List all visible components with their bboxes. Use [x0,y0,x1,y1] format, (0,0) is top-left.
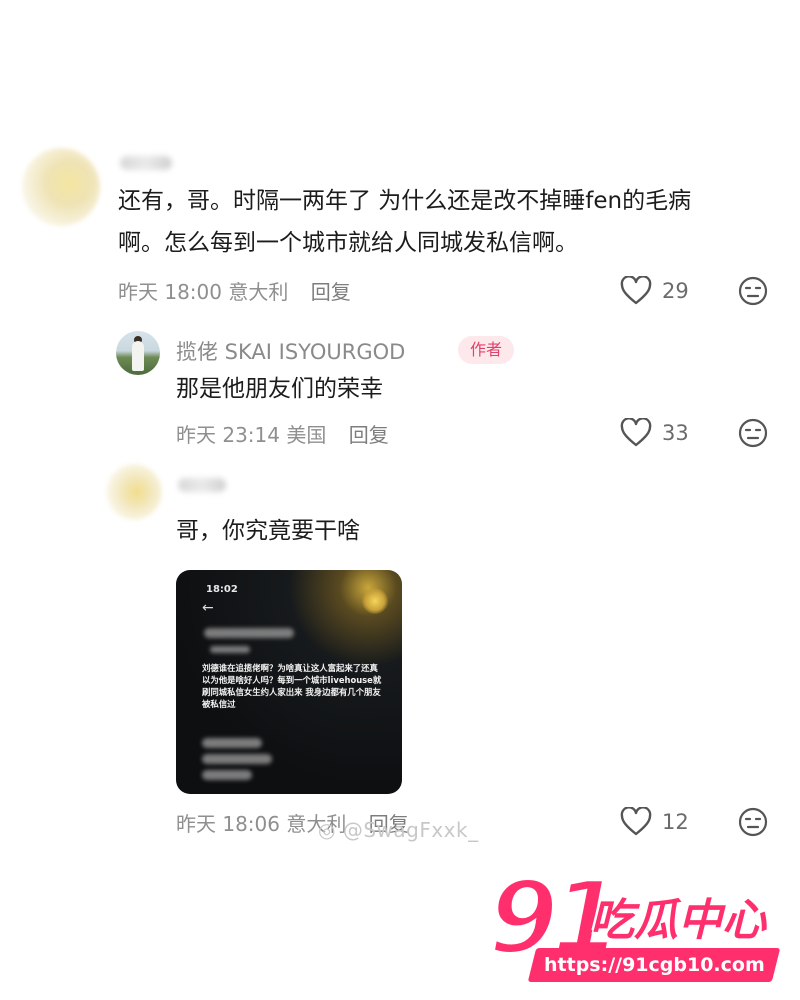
comment-time: 昨天 18:06 [176,812,280,836]
screenshot-glare [362,588,388,614]
comment-location: 意大利 [228,280,289,304]
like-button[interactable]: 12 [620,807,689,837]
screenshot-time: 18:02 [206,584,238,595]
like-button[interactable]: 33 [620,418,689,448]
author-badge: 作者 [458,336,515,364]
blurred-text [204,628,294,638]
site-logo-name: 吃瓜中心 [590,895,766,946]
reply-button[interactable]: 回复 [311,280,351,304]
reply-button[interactable]: 回复 [349,423,389,447]
like-button[interactable]: 29 [620,276,689,306]
comment-text: 还有，哥。时隔一两年了 为什么还是改不掉睡fen的毛病 啊。怎么每到一个城市就给… [118,180,691,264]
meh-face-icon[interactable] [738,418,768,448]
blurred-text [202,754,272,764]
comment-meta: 昨天 23:14 美国 回复 [176,419,389,448]
heart-outline-icon [620,418,652,447]
author-name[interactable]: 揽佬 SKAI ISYOURGOD [176,336,405,366]
blurred-text [210,646,250,653]
heart-outline-icon [620,807,652,836]
like-count: 12 [662,810,689,834]
meh-face-icon[interactable] [738,807,768,837]
comment-location: 美国 [286,423,327,447]
comment-text: 那是他朋友们的荣幸 [176,376,383,402]
back-arrow-icon: ← [202,600,214,616]
comment-time: 昨天 18:00 [118,280,222,304]
blurred-text [202,738,262,748]
username-blurred[interactable] [120,156,172,170]
author-avatar[interactable] [116,331,160,375]
like-count: 29 [662,279,689,303]
site-url-text: https://91cgb10.com [543,954,765,976]
comment-line: 啊。怎么每到一个城市就给人同城发私信啊。 [118,230,578,256]
avatar[interactable] [106,464,162,520]
attached-screenshot[interactable]: 18:02 ← 刘德谁在追揽佬啊？为啥真让这人富起来了还真以为他是啥好人吗？每到… [176,570,402,794]
screenshot-message: 刘德谁在追揽佬啊？为啥真让这人富起来了还真以为他是啥好人吗？每到一个城市live… [202,663,382,709]
meh-face-icon[interactable] [738,276,768,306]
site-logo-url: https://91cgb10.com [527,948,781,982]
avatar[interactable] [22,148,100,226]
heart-outline-icon [620,276,652,305]
blurred-text [202,770,252,780]
comment-text: 哥，你究竟要干啥 [176,518,360,544]
watermark-text: @SwagFxxk_ [342,818,479,842]
username-blurred[interactable] [178,478,226,492]
weibo-watermark: ◎ @SwagFxxk_ [318,818,479,842]
comment-time: 昨天 23:14 [176,423,280,447]
comment-line: 还有，哥。时隔一两年了 为什么还是改不掉睡fen的毛病 [118,188,692,214]
like-count: 33 [662,421,689,445]
comment-meta: 昨天 18:00 意大利 回复 [118,276,351,305]
